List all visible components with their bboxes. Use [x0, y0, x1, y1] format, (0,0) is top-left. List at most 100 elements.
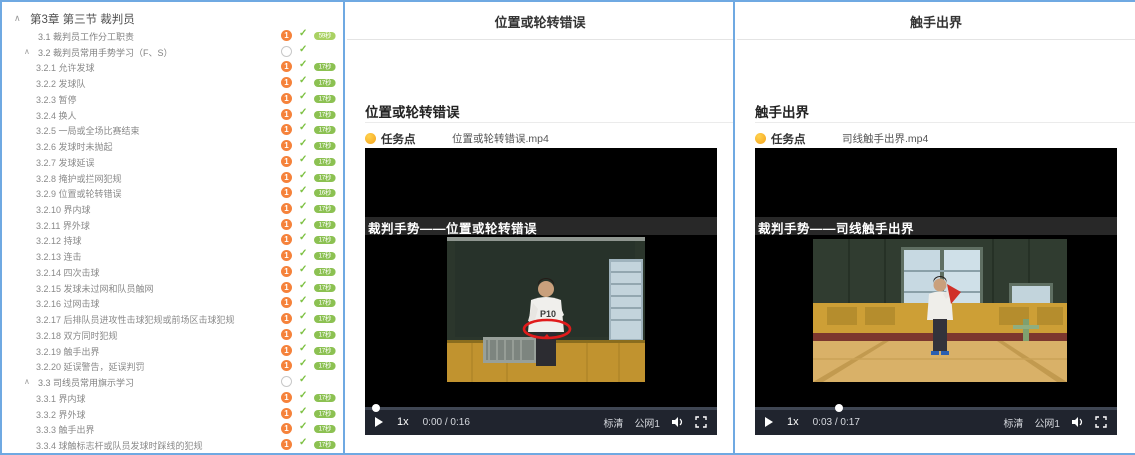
network-line-button[interactable]: 公网1 — [634, 415, 660, 430]
collapse-caret-icon[interactable]: ∧ — [24, 47, 30, 56]
sidebar-item[interactable]: 3.2.9 位置或轮转错误 1 ✓ 16秒 — [2, 185, 343, 201]
taskpoint-count-badge: 1 — [281, 187, 292, 199]
duration-badge: 59秒 — [314, 32, 336, 40]
sidebar-item[interactable]: 3.2.16 过网击球 1 ✓ 17秒 — [2, 295, 343, 311]
check-icon: ✓ — [299, 295, 308, 307]
sidebar-item[interactable]: 3.2.17 后排队员进攻性击球犯规或前场区击球犯规 1 ✓ 17秒 — [2, 311, 343, 327]
sidebar-item[interactable]: 3.2.19 触手出界 1 ✓ 17秒 — [2, 343, 343, 359]
sidebar-item-label: 3.2.2 发球队 — [36, 79, 86, 90]
check-icon: ✓ — [299, 436, 308, 448]
sidebar-item[interactable]: 3.2.1 允许发球 1 ✓ 17秒 — [2, 59, 343, 75]
video-player[interactable]: 裁判手势——司线触手出界 1x 0:03 / 0:17 标清 公网1 — [755, 148, 1117, 435]
fullscreen-icon[interactable] — [695, 416, 707, 428]
sidebar-item-label: 3.2.16 过网击球 — [36, 299, 100, 310]
sidebar-item-label: 3.2.8 掩护或拦网犯规 — [36, 173, 122, 184]
sidebar-item[interactable]: 3.2.13 连击 1 ✓ 17秒 — [2, 248, 343, 264]
content-panel-touch-out: 触手出界 触手出界 任务点 司线触手出界.mp4 裁判手势——司线触手出界 1x… — [737, 2, 1135, 453]
sidebar-item[interactable]: 3.2.8 掩护或拦网犯规 1 ✓ 17秒 — [2, 170, 343, 186]
sidebar-item-label: 3.2.13 连击 — [36, 252, 82, 263]
taskpoint-count-badge: 1 — [281, 250, 292, 262]
sidebar-item-label: 3.2.15 发球未过网和队员触网 — [36, 283, 154, 294]
taskpoint-count-badge: 1 — [281, 92, 292, 104]
sidebar-item[interactable]: 3.2.4 换人 1 ✓ 17秒 — [2, 107, 343, 123]
task-point-row: 任务点 司线触手出界.mp4 — [755, 130, 929, 146]
chapter-title: 第3章 第三节 裁判员 — [30, 14, 135, 26]
duration-badge: 17秒 — [314, 157, 336, 166]
check-icon: ✓ — [299, 201, 308, 213]
sidebar-item[interactable]: 3.2.6 发球时未抛起 1 ✓ 17秒 — [2, 138, 343, 154]
sidebar-item[interactable]: 3.2.3 暂停 1 ✓ 17秒 — [2, 91, 343, 107]
taskpoint-count-badge: 1 — [281, 140, 292, 152]
section-divider — [365, 122, 733, 123]
sidebar-item[interactable]: 3.2.14 四次击球 1 ✓ 17秒 — [2, 264, 343, 280]
video-file-name: 司线触手出界.mp4 — [841, 133, 929, 146]
duration-badge: 17秒 — [314, 94, 336, 103]
sidebar-item[interactable]: 3.2.15 发球未过网和队员触网 1 ✓ 17秒 — [2, 280, 343, 296]
sidebar-item[interactable]: 3.3.4 球触标志杆或队员发球时踩线的犯规 1 ✓ 17秒 — [2, 437, 343, 453]
sidebar-item[interactable]: 3.2.20 延误警告，延误判罚 1 ✓ 17秒 — [2, 358, 343, 374]
taskpoint-count-badge: 1 — [281, 234, 292, 246]
video-player[interactable]: P10 裁判手势——位置或轮转错误 1x 0:00 / 0:16 标清 公网1 — [365, 148, 717, 435]
section-divider — [755, 122, 1135, 123]
content-panel-position-error: 位置或轮转错误 位置或轮转错误 任务点 位置或轮转错误.mp4 P10 裁判手势… — [347, 2, 735, 453]
check-icon: ✓ — [299, 169, 308, 181]
taskpoint-count-badge: 1 — [281, 171, 292, 183]
sidebar-item[interactable]: ∧ 3.3 司线员常用旗示学习 ✓ — [2, 374, 343, 390]
sidebar-item[interactable]: 3.2.5 一局或全场比赛结束 1 ✓ 17秒 — [2, 122, 343, 138]
sidebar-item[interactable]: 3.2.11 界外球 1 ✓ 17秒 — [2, 217, 343, 233]
taskpoint-count-badge: 1 — [281, 313, 292, 325]
sidebar-item-label: 3.2.11 界外球 — [36, 220, 90, 231]
fullscreen-icon[interactable] — [1095, 416, 1107, 428]
play-button[interactable] — [375, 417, 383, 427]
check-icon: ✓ — [299, 43, 308, 55]
sidebar-item-label: 3.2 裁判员常用手势学习（F、S） — [38, 47, 173, 58]
sidebar-item[interactable]: 3.2.18 双方同时犯规 1 ✓ 17秒 — [2, 327, 343, 343]
duration-badge: 17秒 — [314, 126, 336, 135]
sidebar-item-label: 3.3.4 球触标志杆或队员发球时踩线的犯规 — [36, 440, 203, 451]
duration-badge: 17秒 — [314, 220, 336, 229]
volume-icon[interactable] — [671, 416, 684, 428]
panel-header: 位置或轮转错误 — [347, 2, 733, 40]
taskpoint-count-badge: 1 — [281, 297, 292, 309]
playback-speed-button[interactable]: 1x — [397, 416, 409, 428]
sidebar-item[interactable]: 3.1 裁判员工作分工职责 1 ✓ 59秒 — [2, 28, 343, 44]
chapter-tree-sidebar: ∧ 第3章 第三节 裁判员 3.1 裁判员工作分工职责 1 ✓ 59秒 ∧ 3.2 裁判员… — [2, 2, 345, 453]
volume-icon[interactable] — [1071, 416, 1084, 428]
check-icon: ✓ — [299, 374, 308, 386]
sidebar-item[interactable]: 3.3.2 界外球 1 ✓ 17秒 — [2, 406, 343, 422]
duration-badge: 17秒 — [314, 79, 336, 88]
sidebar-item[interactable]: 3.2.10 界内球 1 ✓ 17秒 — [2, 201, 343, 217]
time-display: 0:00 / 0:16 — [422, 416, 470, 428]
taskpoint-count-badge: 1 — [281, 265, 292, 277]
check-icon: ✓ — [299, 263, 308, 275]
sidebar-item-label: 3.2.19 触手出界 — [36, 346, 100, 357]
sidebar-item[interactable]: 3.2.7 发球延误 1 ✓ 17秒 — [2, 154, 343, 170]
video-caption: 裁判手势——位置或轮转错误 — [368, 222, 538, 236]
duration-badge: 17秒 — [314, 63, 336, 72]
duration-badge: 17秒 — [314, 393, 336, 402]
check-icon: ✓ — [299, 248, 308, 260]
playback-speed-button[interactable]: 1x — [787, 416, 799, 428]
page-title: 位置或轮转错误 — [494, 15, 586, 30]
collapse-caret-icon[interactable]: ∧ — [14, 13, 21, 24]
sidebar-item[interactable]: 3.2.12 持球 1 ✓ 17秒 — [2, 232, 343, 248]
duration-badge: 17秒 — [314, 173, 336, 182]
panel-header: 触手出界 — [737, 2, 1135, 40]
collapse-caret-icon[interactable]: ∧ — [24, 377, 30, 386]
chapter-header[interactable]: ∧ 第3章 第三节 裁判员 — [2, 10, 343, 28]
duration-badge: 16秒 — [314, 189, 336, 198]
duration-badge: 17秒 — [314, 205, 336, 214]
sidebar-item-label: 3.3.2 界外球 — [36, 409, 86, 420]
sidebar-item[interactable]: 3.3.3 触手出界 1 ✓ 17秒 — [2, 421, 343, 437]
play-button[interactable] — [765, 417, 773, 427]
check-icon: ✓ — [299, 405, 308, 417]
sidebar-item[interactable]: 3.2.2 发球队 1 ✓ 17秒 — [2, 75, 343, 91]
quality-button[interactable]: 标清 — [603, 415, 623, 430]
sidebar-item[interactable]: 3.3.1 界内球 1 ✓ 17秒 — [2, 390, 343, 406]
network-line-button[interactable]: 公网1 — [1034, 415, 1060, 430]
duration-badge: 17秒 — [314, 330, 336, 339]
taskpoint-count-badge: 1 — [281, 360, 292, 372]
sidebar-item[interactable]: ∧ 3.2 裁判员常用手势学习（F、S） ✓ — [2, 44, 343, 60]
quality-button[interactable]: 标清 — [1003, 415, 1023, 430]
sidebar-item-label: 3.2.1 允许发球 — [36, 63, 95, 74]
